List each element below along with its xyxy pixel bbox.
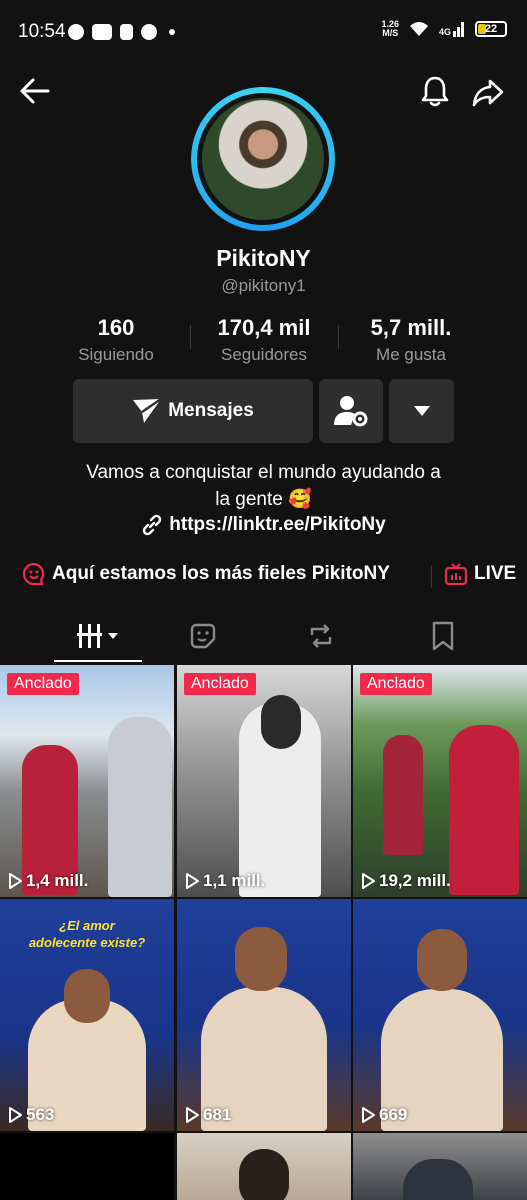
video-thumbnail[interactable]: 669 (353, 899, 527, 1131)
status-time: 10:54 (18, 21, 66, 42)
notification-icons (68, 24, 175, 40)
pinned-badge: Anclado (360, 673, 432, 695)
view-count: 681 (185, 1105, 231, 1125)
status-indicators: 1.26 M/S 4G 22 (381, 20, 507, 38)
video-thumbnail[interactable]: 681 (177, 899, 351, 1131)
video-thumbnail[interactable]: ¿El amor adolecente existe? 563 (0, 899, 174, 1131)
repost-icon (310, 624, 332, 648)
view-count: 1,1 mill. (185, 871, 265, 891)
profile-handle: @pikitony1 (221, 276, 306, 295)
avatar-ring[interactable] (191, 87, 335, 231)
highlights-row: Aquí estamos los más fieles PikitoNY LIV… (0, 562, 527, 592)
network-speed: 1.26 M/S (381, 19, 399, 38)
status-bar: 10:54 1.26 M/S 4G 22 (0, 0, 527, 64)
group-chat-icon (22, 562, 45, 586)
video-thumbnail[interactable]: Anclado 1,4 mill. (0, 665, 174, 897)
profile-bio: Vamos a conquistar el mundo ayudando a l… (40, 459, 487, 513)
tiktok-icon (120, 24, 133, 40)
video-grid: Anclado 1,4 mill. Anclado 1,1 mill. Ancl… (0, 665, 527, 1200)
view-count-text: 1,4 mill. (26, 871, 89, 890)
stat-likes[interactable]: 5,7 mill. Me gusta (336, 315, 486, 365)
tab-videos[interactable] (54, 610, 144, 662)
view-count: 563 (8, 1105, 54, 1125)
video-grid-icon (77, 624, 118, 648)
profile-name: PikitoNY (216, 245, 311, 271)
pinned-badge: Anclado (184, 673, 256, 695)
stat-label: Seguidores (220, 345, 307, 364)
fan-group-link[interactable]: Aquí estamos los más fieles PikitoNY (22, 562, 390, 586)
bookmark-icon (432, 621, 454, 651)
message-button[interactable]: Mensajes (73, 379, 313, 443)
profile-link[interactable]: https://linktr.ee/PikitoNy (0, 514, 527, 536)
video-thumbnail[interactable]: Anclado 1,1 mill. (177, 665, 351, 897)
share-icon[interactable] (470, 74, 506, 110)
youtube-icon (92, 24, 112, 40)
bio-line: la gente 🥰 (215, 489, 312, 510)
fan-group-label: Aquí estamos los más fieles PikitoNY (52, 563, 390, 584)
stat-value: 170,4 mil (217, 315, 311, 340)
stat-value: 5,7 mill. (370, 315, 452, 340)
more-notifications-icon (169, 29, 175, 35)
active-tab-indicator (54, 660, 142, 662)
play-icon (362, 1107, 375, 1123)
heart-app-icon (141, 24, 157, 40)
more-options-button[interactable] (389, 379, 454, 443)
user-settings-icon (334, 396, 368, 427)
stat-label: Siguiendo (78, 345, 154, 364)
play-icon (186, 873, 199, 889)
play-icon (9, 873, 22, 889)
video-thumbnail[interactable]: Anclado 19,2 mill. (353, 665, 527, 897)
tab-reposts[interactable] (276, 610, 366, 662)
stat-followers[interactable]: 170,4 mil Seguidores (189, 315, 339, 365)
video-thumbnail[interactable] (0, 1133, 174, 1200)
profile-stats: 160 Siguiendo 170,4 mil Seguidores 5,7 m… (0, 315, 527, 371)
view-count: 1,4 mill. (8, 871, 88, 891)
view-count-text: 669 (379, 1105, 408, 1124)
view-count-text: 563 (26, 1105, 55, 1124)
friend-settings-button[interactable] (319, 379, 383, 443)
live-tv-icon (444, 563, 468, 586)
stat-value: 160 (97, 315, 135, 340)
stat-label: Me gusta (376, 345, 446, 364)
view-count-text: 19,2 mill. (379, 871, 451, 890)
view-count: 19,2 mill. (361, 871, 451, 891)
view-count-text: 681 (203, 1105, 232, 1124)
cell-signal: 4G (439, 21, 465, 37)
profile-tabs (0, 610, 527, 662)
signal-icon (453, 22, 464, 37)
play-icon (9, 1107, 22, 1123)
sticker-icon (190, 623, 216, 649)
live-label: LIVE (474, 563, 517, 584)
tab-saved[interactable] (398, 610, 488, 662)
tab-stickers[interactable] (158, 610, 248, 662)
bell-icon[interactable] (418, 74, 452, 108)
video-thumbnail[interactable] (177, 1133, 351, 1200)
play-icon (186, 1107, 199, 1123)
view-count: 669 (361, 1105, 407, 1125)
message-button-label: Mensajes (168, 400, 254, 421)
profile-link-text: https://linktr.ee/PikitoNy (169, 514, 386, 535)
send-icon (133, 398, 162, 423)
battery-icon: 22 (475, 21, 507, 37)
pinned-badge: Anclado (7, 673, 79, 695)
live-link[interactable]: LIVE (444, 562, 516, 586)
video-thumbnail[interactable] (353, 1133, 527, 1200)
video-caption: ¿El amor adolecente existe? (28, 918, 146, 950)
play-icon (362, 873, 375, 889)
view-count-text: 1,1 mill. (203, 871, 266, 890)
stat-following[interactable]: 160 Siguiendo (41, 315, 191, 365)
link-icon (143, 514, 162, 536)
back-arrow-icon[interactable] (18, 74, 52, 108)
wifi-icon (409, 22, 428, 36)
divider (431, 566, 432, 588)
bio-line: Vamos a conquistar el mundo ayudando a (86, 462, 441, 483)
facebook-icon (68, 24, 84, 40)
chevron-down-icon (413, 406, 430, 416)
avatar (202, 98, 324, 220)
